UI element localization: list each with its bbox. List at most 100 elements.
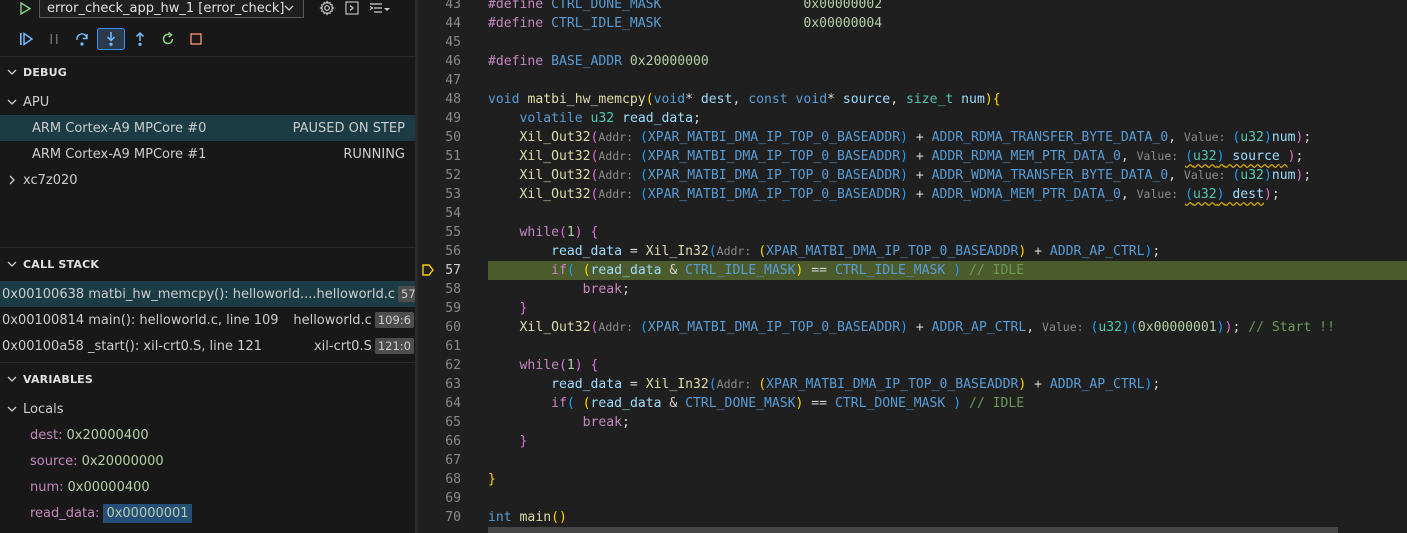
thread-item[interactable]: ARM Cortex-A9 MPCore #1 RUNNING xyxy=(0,141,415,167)
line-number: 70 xyxy=(445,510,461,525)
stack-frame-label: 0x00100a58 _start(): xil-crt0.S, line 12… xyxy=(2,338,262,354)
chevron-down-icon xyxy=(1,258,23,270)
launch-config-select[interactable]: error_check_app_hw_1 [error_check] xyxy=(39,0,304,18)
stack-frame-position: 109:6 xyxy=(374,312,414,328)
variable-item[interactable]: source: 0x20000000 xyxy=(0,448,415,474)
line-number: 48 xyxy=(445,92,461,107)
code-text: if( (read_data & CTRL_IDLE_MASK) == CTRL… xyxy=(551,263,1025,278)
line-number: 69 xyxy=(445,491,461,506)
line-number: 50 xyxy=(445,130,461,145)
code-line[interactable]: 61 xyxy=(418,337,1407,356)
code-line[interactable]: 70 int main() xyxy=(418,508,1407,527)
code-line[interactable]: 65 break; xyxy=(418,413,1407,432)
variable-name: dest: xyxy=(30,427,63,443)
thread-item[interactable]: ARM Cortex-A9 MPCore #0 PAUSED ON STEP xyxy=(0,115,415,141)
code-line[interactable]: 60 Xil_Out32(Addr: (XPAR_MATBI_DMA_IP_TO… xyxy=(418,318,1407,337)
line-number: 64 xyxy=(445,396,461,411)
stack-frame[interactable]: 0x00100a58 _start(): xil-crt0.S, line 12… xyxy=(0,333,415,359)
variable-item[interactable]: num: 0x00000400 xyxy=(0,474,415,500)
line-number: 51 xyxy=(445,149,461,164)
debug-side-panel: error_check_app_hw_1 [error_check] DEBUG… xyxy=(0,0,415,533)
variable-value: 0x00000400 xyxy=(67,479,150,495)
stack-frame-file: xil-crt0.S xyxy=(313,338,372,354)
code-line[interactable]: 53 Xil_Out32(Addr: (XPAR_MATBI_DMA_IP_TO… xyxy=(418,185,1407,204)
debug-toolbar xyxy=(12,28,210,50)
debug-group-apu[interactable]: APU xyxy=(0,89,415,115)
code-line[interactable]: 63 read_data = Xil_In32(Addr: (XPAR_MATB… xyxy=(418,375,1407,394)
step-out-icon[interactable] xyxy=(126,28,154,50)
line-number: 45 xyxy=(445,35,461,50)
stack-frame-file: helloworld.c xyxy=(293,312,372,328)
chevron-down-icon xyxy=(1,373,23,385)
step-into-icon[interactable] xyxy=(97,28,125,50)
start-debugging-icon[interactable] xyxy=(18,1,32,15)
line-number: 44 xyxy=(445,16,461,31)
code-text: int main() xyxy=(488,510,567,525)
variable-value: 0x00000001 xyxy=(103,503,192,523)
debug-section-header[interactable]: DEBUG xyxy=(0,61,415,83)
chevron-down-icon xyxy=(1,96,23,108)
code-editor[interactable]: 43 #define CTRL_DONE_MASK 0x00000002 44 #de… xyxy=(418,0,1407,533)
code-line[interactable]: 57 if( (read_data & CTRL_IDLE_MASK) == C… xyxy=(418,261,1407,280)
code-text: Xil_Out32(Addr: (XPAR_MATBI_DMA_IP_TOP_0… xyxy=(519,130,1312,145)
variable-item[interactable]: read_data: 0x00000001 xyxy=(0,500,415,526)
code-line[interactable]: 67 xyxy=(418,451,1407,470)
horizontal-scrollbar[interactable] xyxy=(488,527,1338,533)
variables-section-header[interactable]: VARIABLES xyxy=(0,368,415,390)
code-line[interactable]: 54 xyxy=(418,204,1407,223)
code-line[interactable]: 50 Xil_Out32(Addr: (XPAR_MATBI_DMA_IP_TO… xyxy=(418,128,1407,147)
code-line[interactable]: 68} xyxy=(418,470,1407,489)
code-line[interactable]: 43 #define CTRL_DONE_MASK 0x00000002 xyxy=(418,0,1407,14)
variable-item[interactable]: dest: 0x20000400 xyxy=(0,422,415,448)
line-number: 43 xyxy=(445,0,461,12)
line-number: 62 xyxy=(445,358,461,373)
stack-frame-file: helloworld.c xyxy=(316,286,396,302)
code-line[interactable]: 46 #define BASE_ADDR 0x20000000 xyxy=(418,52,1407,71)
line-number: 66 xyxy=(445,434,461,449)
code-line[interactable]: 56 read_data = Xil_In32(Addr: (XPAR_MATB… xyxy=(418,242,1407,261)
code-line[interactable]: 47 xyxy=(418,71,1407,90)
line-number: 57 xyxy=(445,263,461,278)
variable-name: read_data: xyxy=(30,505,100,521)
code-line[interactable]: 55 while(1) { xyxy=(418,223,1407,242)
code-line[interactable]: 64 if( (read_data & CTRL_DONE_MASK) == C… xyxy=(418,394,1407,413)
code-line[interactable]: 58 break; xyxy=(418,280,1407,299)
continue-icon[interactable] xyxy=(12,28,40,50)
more-actions-icon[interactable] xyxy=(369,1,391,15)
step-over-icon[interactable] xyxy=(68,28,96,50)
gear-icon[interactable] xyxy=(319,0,335,16)
code-line[interactable]: 69 xyxy=(418,489,1407,508)
code-line[interactable]: 49 volatile u32 read_data; xyxy=(418,109,1407,128)
code-text: break; xyxy=(582,282,630,297)
code-line[interactable]: 62 while(1) { xyxy=(418,356,1407,375)
thread-name: ARM Cortex-A9 MPCore #0 xyxy=(32,120,207,136)
code-text: read_data = Xil_In32(Addr: (XPAR_MATBI_D… xyxy=(551,377,1161,392)
stack-frame[interactable]: 0x00100638 matbi_hw_memcpy(): helloworld… xyxy=(0,281,415,307)
line-number: 63 xyxy=(445,377,461,392)
thread-status: RUNNING xyxy=(343,146,405,162)
code-line[interactable]: 48 void matbi_hw_memcpy(void* dest, const… xyxy=(418,90,1407,109)
debug-console-icon[interactable] xyxy=(345,1,359,15)
line-number: 46 xyxy=(445,54,461,69)
code-line[interactable]: 59 } xyxy=(418,299,1407,318)
code-line[interactable]: 45 xyxy=(418,33,1407,52)
code-text: } xyxy=(519,434,528,449)
restart-icon[interactable] xyxy=(154,28,182,50)
variable-value: 0x20000000 xyxy=(81,453,164,469)
code-text: if( (read_data & CTRL_DONE_MASK) == CTRL… xyxy=(551,396,1025,411)
thread-name: ARM Cortex-A9 MPCore #1 xyxy=(32,146,207,162)
call-stack-section-header[interactable]: CALL STACK xyxy=(0,253,415,275)
code-line[interactable]: 52 Xil_Out32(Addr: (XPAR_MATBI_DMA_IP_TO… xyxy=(418,166,1407,185)
debug-group-label: APU xyxy=(23,94,50,110)
line-number: 65 xyxy=(445,415,461,430)
code-line[interactable]: 44 #define CTRL_IDLE_MASK 0x00000004 xyxy=(418,14,1407,33)
code-line[interactable]: 66 } xyxy=(418,432,1407,451)
debug-target-item[interactable]: xc7z020 xyxy=(0,167,415,193)
code-line[interactable]: 51 Xil_Out32(Addr: (XPAR_MATBI_DMA_IP_TO… xyxy=(418,147,1407,166)
line-number: 59 xyxy=(445,301,461,316)
code-text: break; xyxy=(582,415,630,430)
variables-scope-locals[interactable]: Locals xyxy=(0,396,415,422)
stack-frame[interactable]: 0x00100814 main(): helloworld.c, line 10… xyxy=(0,307,415,333)
code-text: } xyxy=(488,472,496,487)
stop-icon[interactable] xyxy=(182,28,210,50)
